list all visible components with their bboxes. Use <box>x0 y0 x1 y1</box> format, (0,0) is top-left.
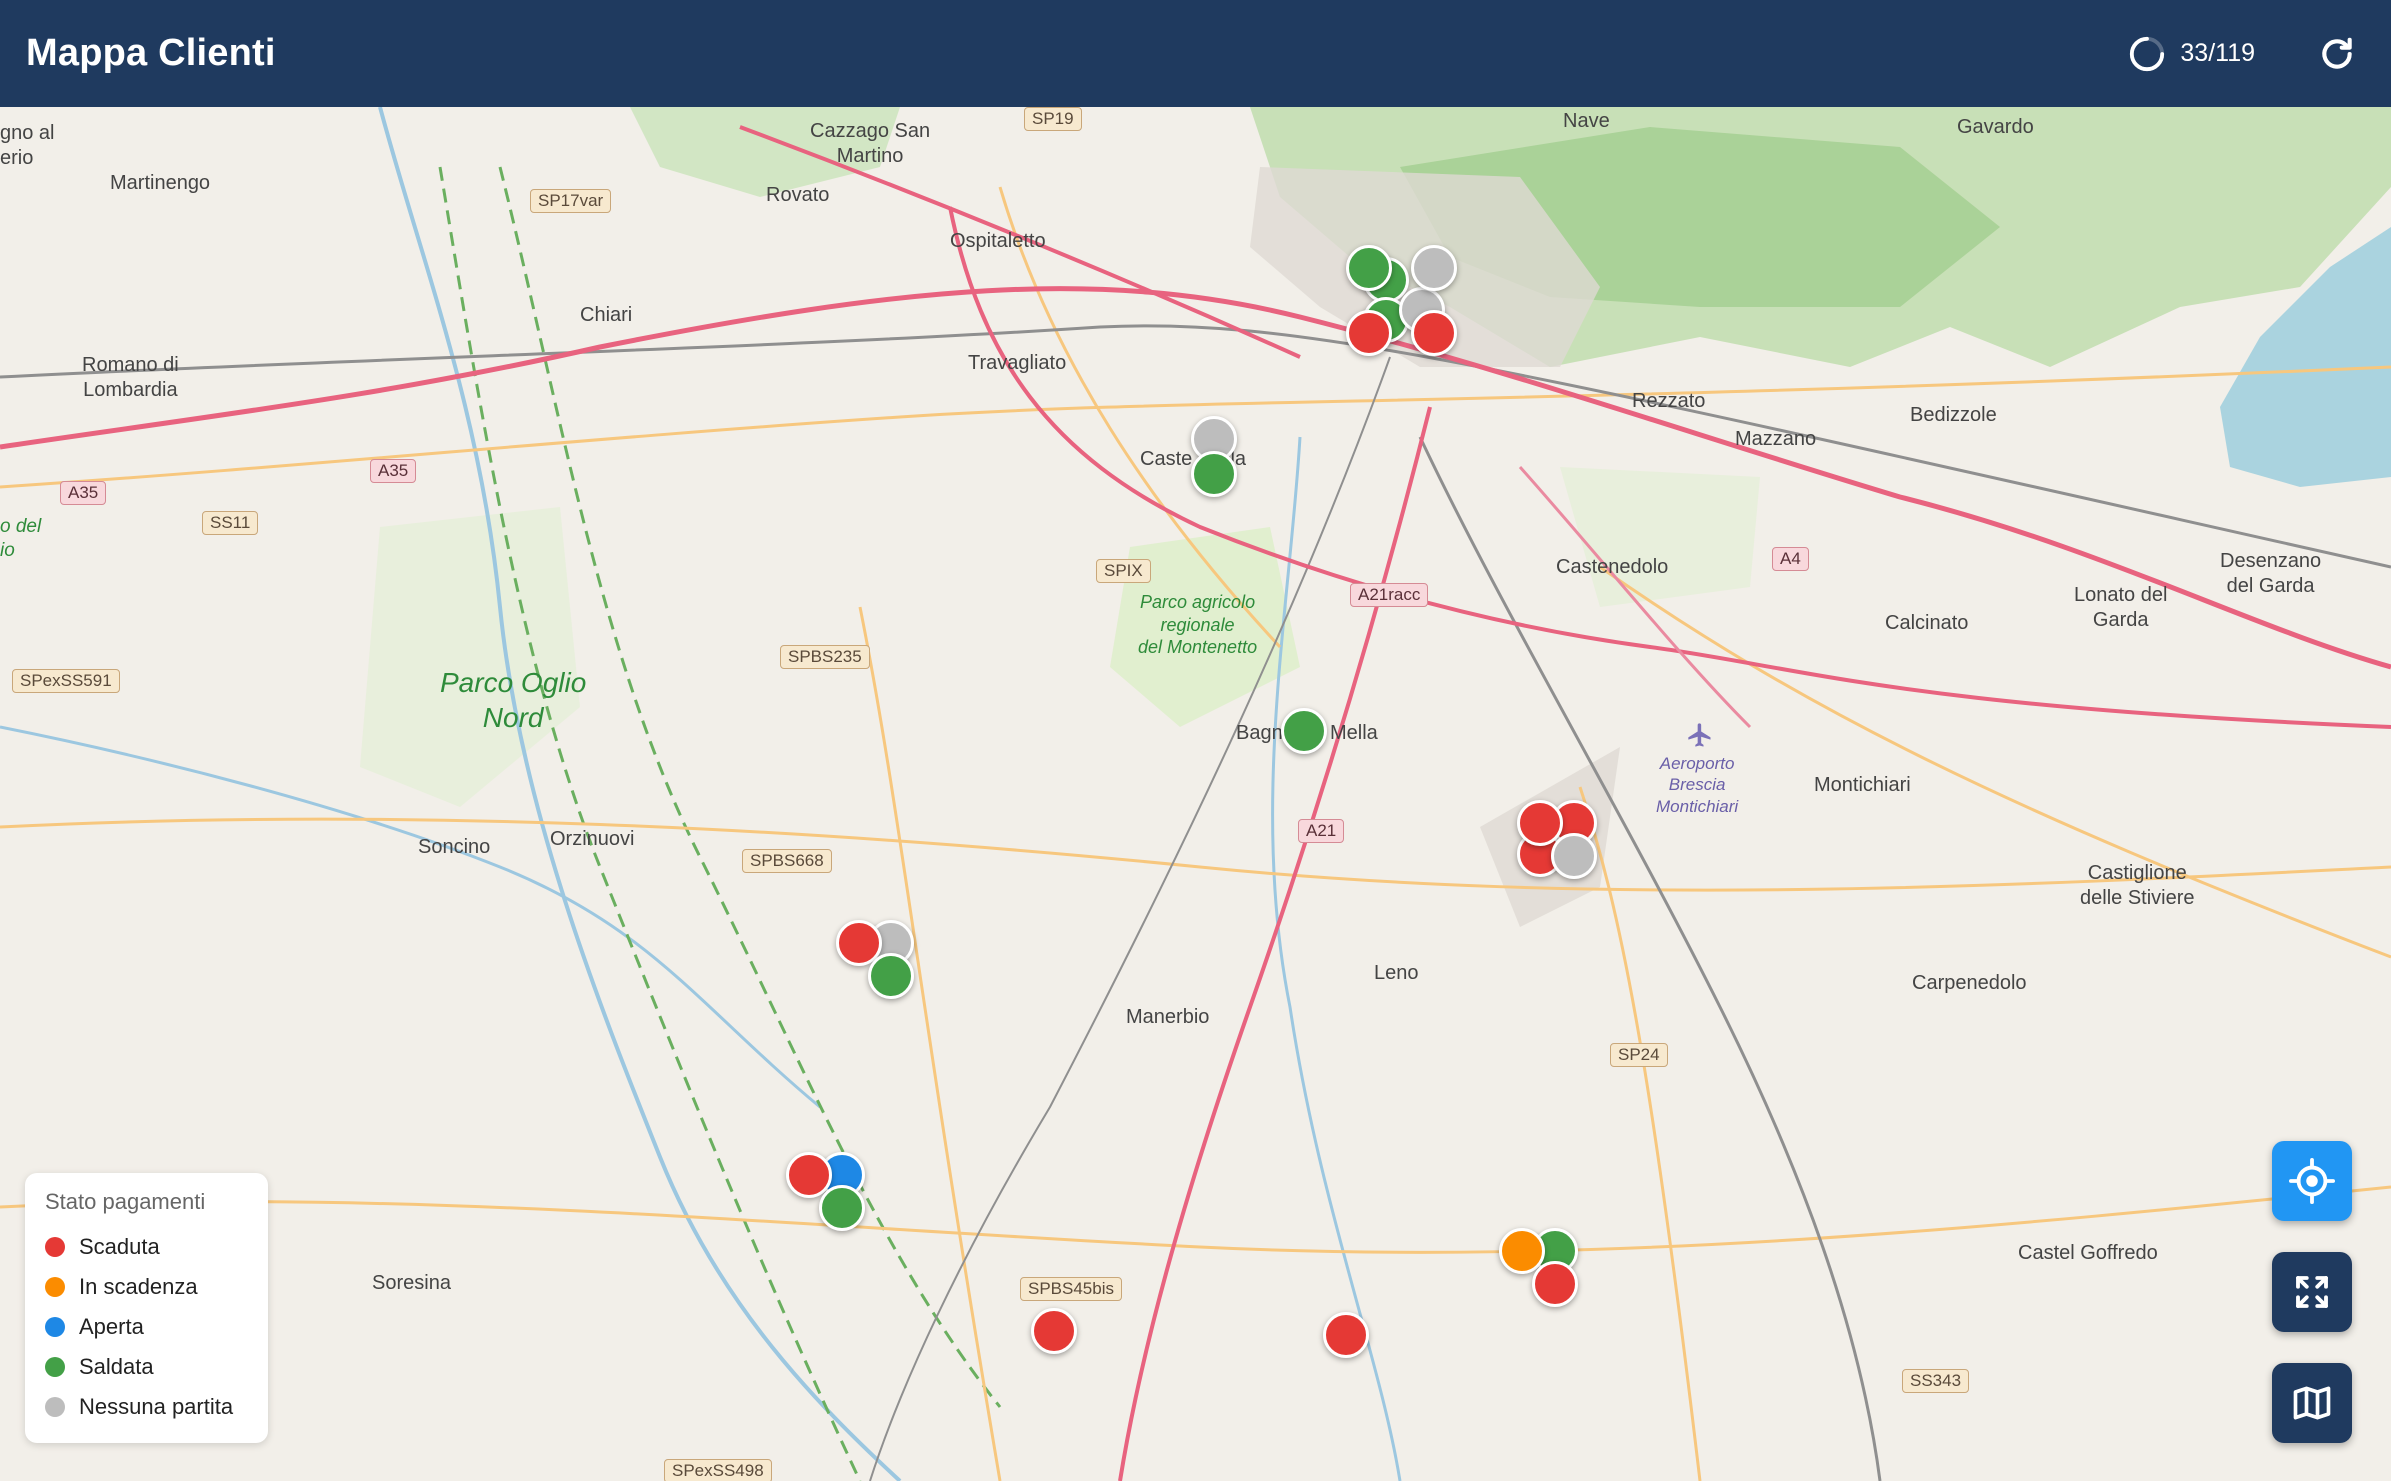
payment-status-legend: Stato pagamenti Scaduta In scadenza Aper… <box>25 1173 268 1443</box>
client-marker[interactable] <box>868 953 914 999</box>
refresh-button[interactable] <box>2315 32 2359 76</box>
road-shield: SPBS45bis <box>1020 1277 1122 1301</box>
legend-label: Aperta <box>79 1314 144 1339</box>
legend-dot <box>45 1237 65 1257</box>
client-marker[interactable] <box>1532 1261 1578 1307</box>
park-label-oglio-nord: Parco Oglio Nord <box>440 667 587 733</box>
road-shield: SP19 <box>1024 107 1082 131</box>
place-label: Rezzato <box>1632 390 1706 412</box>
road-shield: A4 <box>1772 547 1809 571</box>
legend-item-scaduta: Scaduta <box>45 1227 248 1267</box>
road-shield: SPexSS591 <box>12 669 120 693</box>
place-label: Rovato <box>766 184 830 206</box>
airport-icon <box>1688 723 1711 747</box>
client-marker[interactable] <box>1191 451 1237 497</box>
place-label: Mazzano <box>1735 428 1817 450</box>
map-icon <box>2293 1386 2331 1420</box>
legend-item-saldata: Saldata <box>45 1347 248 1387</box>
legend-dot <box>45 1317 65 1337</box>
place-label: Desenzano del Garda <box>2220 550 2322 597</box>
loading-progress-text: 33/119 <box>2180 39 2255 67</box>
legend-label: Saldata <box>79 1354 154 1379</box>
place-label: Soresina <box>372 1272 451 1294</box>
place-label: Bagn <box>1236 722 1283 744</box>
place-label: Travagliato <box>968 352 1067 374</box>
legend-label: Scaduta <box>79 1234 160 1259</box>
place-label: Manerbio <box>1126 1006 1210 1028</box>
place-label: Gavardo <box>1957 116 2034 138</box>
client-marker[interactable] <box>1346 310 1392 356</box>
road-shield: SPexSS498 <box>664 1459 772 1481</box>
road-shield: A35 <box>60 481 107 505</box>
place-label: Nave <box>1563 110 1610 132</box>
place-label: Orzinuovi <box>550 828 635 850</box>
legend-label: Nessuna partita <box>79 1394 234 1419</box>
place-label: o del io <box>0 516 42 561</box>
place-label: Cazzago San Martino <box>810 120 931 167</box>
client-marker[interactable] <box>1411 245 1457 291</box>
map-basemap <box>0 107 2391 1481</box>
road-shield: SP24 <box>1610 1043 1668 1067</box>
road-shield: A21 <box>1298 819 1345 843</box>
legend-dot <box>45 1357 65 1377</box>
refresh-icon <box>2322 37 2352 69</box>
road-shield: SPBS668 <box>742 849 832 873</box>
crosshair-icon <box>2289 1158 2335 1204</box>
client-marker[interactable] <box>1031 1308 1077 1354</box>
place-label: Castenedolo <box>1556 556 1669 578</box>
legend-title: Stato pagamenti <box>45 1189 206 1214</box>
legend-item-nessuna-partita: Nessuna partita <box>45 1387 248 1427</box>
place-label: Leno <box>1374 962 1419 984</box>
place-label: Carpenedolo <box>1912 972 2027 994</box>
place-label: Caste <box>1140 448 1193 470</box>
header-actions: 33/119 <box>2128 32 2365 76</box>
road-shield: SPIX <box>1096 559 1151 583</box>
place-label: Mella <box>1330 722 1378 744</box>
place-label: Martinengo <box>110 172 211 194</box>
park-label-montenetto: Parco agricolo regionale del Montenetto <box>1138 592 1258 657</box>
map-view[interactable]: gno al erio Cazzago San Martino Nave Gav… <box>0 107 2391 1481</box>
locate-me-button[interactable] <box>2272 1141 2352 1221</box>
place-label: Lonato del Garda <box>2074 584 2168 631</box>
road-shield: A21racc <box>1350 583 1429 607</box>
road-shield: SP17var <box>530 189 612 213</box>
page-title: Mappa Clienti <box>26 32 276 74</box>
place-label: Bedizzole <box>1910 404 1997 426</box>
place-label: gno al erio <box>0 122 55 169</box>
airport-label: Aeroporto Brescia Montichiari <box>1656 754 1739 816</box>
road-shield: A35 <box>370 459 417 483</box>
client-marker[interactable] <box>1551 833 1597 879</box>
client-marker[interactable] <box>819 1185 865 1231</box>
place-label: Soncino <box>418 836 491 858</box>
client-marker[interactable] <box>1346 245 1392 291</box>
map-layers-button[interactable] <box>2272 1363 2352 1443</box>
expand-icon <box>2296 1276 2328 1308</box>
legend-label: In scadenza <box>79 1274 198 1299</box>
place-label: Calcinato <box>1885 612 1969 634</box>
place-label: Romano di Lombardia <box>82 354 179 401</box>
legend-item-in-scadenza: In scadenza <box>45 1267 248 1307</box>
place-label: Ospitaletto <box>950 230 1046 252</box>
loading-spinner-icon <box>2130 36 2165 71</box>
client-marker[interactable] <box>1281 708 1327 754</box>
client-marker[interactable] <box>1411 310 1457 356</box>
client-marker[interactable] <box>1323 1312 1369 1358</box>
place-label: Chiari <box>580 304 633 326</box>
legend-item-aperta: Aperta <box>45 1307 248 1347</box>
app-header: Mappa Clienti 33/119 <box>0 0 2391 107</box>
road-shield: SS11 <box>202 511 259 535</box>
road-shield: SS343 <box>1902 1369 1970 1393</box>
legend-dot <box>45 1397 65 1417</box>
client-marker[interactable] <box>1517 800 1563 846</box>
place-label: Castiglione delle Stiviere <box>2080 862 2195 909</box>
fullscreen-button[interactable] <box>2272 1252 2352 1332</box>
place-label: Castel Goffredo <box>2018 1242 2158 1264</box>
road-shield: SPBS235 <box>780 645 870 669</box>
legend-dot <box>45 1277 65 1297</box>
place-label: Montichiari <box>1814 774 1911 796</box>
